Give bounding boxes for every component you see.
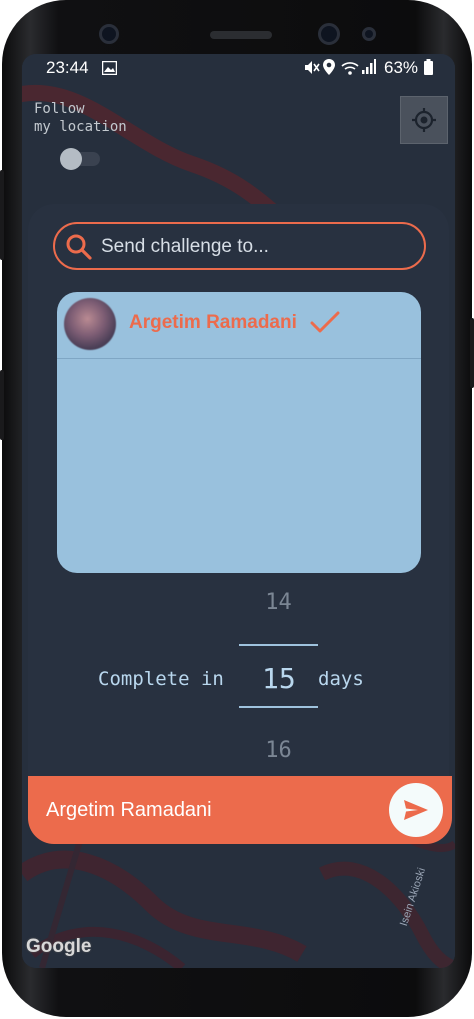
picker-bottom-divider [239,706,318,708]
locate-me-button[interactable] [400,96,448,144]
status-bar: 23:44 63% [22,54,455,82]
send-challenge-sheet: Argetim Ramadani 14 Complete in 15 days … [28,204,449,844]
search-bar[interactable] [53,222,426,270]
power-button [470,318,474,388]
follow-location-label: Follow my location [34,101,127,135]
contact-row[interactable]: Argetim Ramadani [57,292,421,359]
mute-icon [304,60,320,80]
picker-next-value[interactable]: 16 [68,738,455,763]
signal-icon [362,59,376,79]
recipient-name: Argetim Ramadani [46,799,212,821]
toggle-knob [60,148,82,170]
picker-previous-value[interactable]: 14 [68,590,455,615]
search-icon [66,234,92,260]
complete-in-label: Complete in [98,668,224,690]
volume-button [0,170,4,260]
recipient-bar: Argetim Ramadani [28,776,452,844]
send-icon [404,800,428,820]
screen: 23:44 63% Follow my location Send challe… [22,54,455,968]
phone-frame: 23:44 63% Follow my location Send challe… [0,0,474,1017]
wifi-icon [341,60,359,80]
search-input[interactable] [101,233,411,261]
google-attribution: Google [26,936,92,957]
duration-picker[interactable]: 14 Complete in 15 days 16 [28,584,449,784]
battery-level: 63% [384,58,419,77]
crosshair-icon [412,108,436,132]
iris-sensor [318,23,340,45]
bixby-button [0,370,4,440]
checkmark-icon [310,311,340,333]
picker-top-divider [239,644,318,646]
status-time: 23:44 [46,58,89,77]
location-icon [323,59,335,80]
front-camera [99,24,119,44]
contact-list: Argetim Ramadani [57,292,421,573]
earpiece-speaker [210,31,272,39]
battery-icon [424,59,433,80]
picker-selected-value[interactable]: 15 [262,662,296,695]
avatar [64,298,116,350]
days-label: days [318,668,364,690]
send-button[interactable] [389,783,443,837]
image-icon [101,60,118,80]
contact-name: Argetim Ramadani [129,312,297,333]
proximity-sensor [362,27,376,41]
